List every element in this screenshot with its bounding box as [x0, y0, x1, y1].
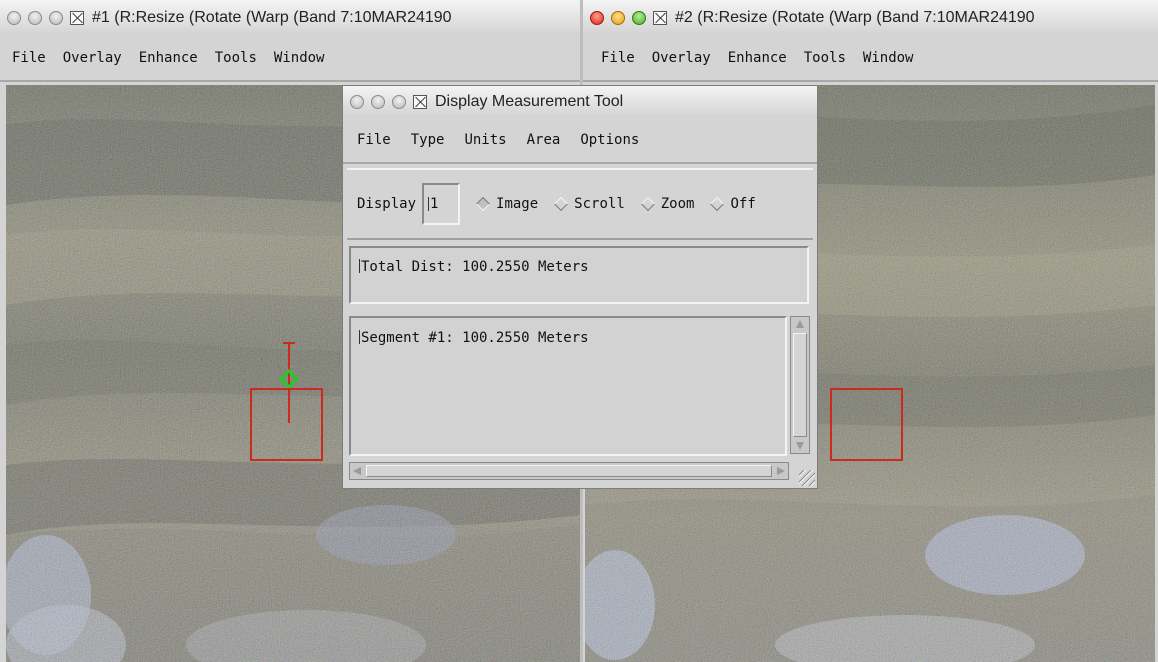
menu-file[interactable]: File — [12, 50, 46, 66]
radio-scroll[interactable]: Scroll — [554, 196, 625, 212]
window-2-title: #2 (R:Resize (Rotate (Warp (Band 7:10MAR… — [675, 9, 1035, 26]
display-number-value: 1 — [430, 196, 439, 212]
menu-type[interactable]: Type — [411, 132, 445, 148]
dmt-title: Display Measurement Tool — [435, 93, 624, 110]
radio-image[interactable]: Image — [475, 196, 539, 212]
radio-scroll-label: Scroll — [574, 196, 625, 212]
x11-window-icon — [653, 11, 667, 25]
close-button[interactable] — [590, 11, 604, 25]
text-caret — [428, 197, 430, 211]
menu-enhance[interactable]: Enhance — [728, 50, 787, 66]
close-button[interactable] — [7, 11, 21, 25]
menu-options[interactable]: Options — [580, 132, 639, 148]
horizontal-scrollbar[interactable] — [349, 462, 789, 480]
segment-text: Segment #1: 100.2550 Meters — [361, 330, 589, 346]
text-caret — [359, 259, 360, 273]
radio-diamond-icon — [475, 196, 491, 212]
radio-image-label: Image — [496, 196, 539, 212]
scroll-left-icon[interactable] — [353, 467, 361, 475]
menu-tools[interactable]: Tools — [215, 50, 257, 66]
window-1-title: #1 (R:Resize (Rotate (Warp (Band 7:10MAR… — [92, 9, 452, 26]
scroll-right-icon[interactable] — [777, 467, 785, 475]
total-distance-text: Total Dist: 100.2550 Meters — [361, 259, 589, 275]
vertical-scrollbar[interactable] — [790, 316, 810, 454]
radio-zoom-label: Zoom — [660, 196, 695, 212]
window-2-menubar: File Overlay Enhance Tools Window — [583, 36, 1158, 82]
window-1-menubar: File Overlay Enhance Tools Window — [0, 36, 580, 82]
window-2-titlebar[interactable]: #2 (R:Resize (Rotate (Warp (Band 7:10MAR… — [583, 0, 1158, 37]
dmt-menubar: File Type Units Area Options — [343, 118, 817, 164]
roi-box[interactable] — [830, 388, 903, 461]
roi-box[interactable] — [250, 388, 323, 461]
menu-area[interactable]: Area — [527, 132, 561, 148]
radio-off[interactable]: Off — [710, 196, 756, 212]
scroll-up-icon[interactable] — [796, 320, 804, 328]
text-caret — [359, 330, 360, 344]
radio-zoom[interactable]: Zoom — [640, 196, 695, 212]
x11-window-icon — [413, 95, 427, 109]
scroll-thumb[interactable] — [793, 333, 807, 437]
menu-window[interactable]: Window — [863, 50, 914, 66]
minimize-button[interactable] — [28, 11, 42, 25]
menu-overlay[interactable]: Overlay — [652, 50, 711, 66]
close-button[interactable] — [350, 95, 364, 109]
menu-file[interactable]: File — [357, 132, 391, 148]
menu-tools[interactable]: Tools — [804, 50, 846, 66]
display-number-field[interactable]: 1 — [422, 183, 461, 225]
radio-diamond-icon — [640, 196, 655, 212]
zoom-button[interactable] — [632, 11, 646, 25]
menu-enhance[interactable]: Enhance — [139, 50, 198, 66]
x11-window-icon — [70, 11, 84, 25]
minimize-button[interactable] — [371, 95, 385, 109]
scroll-thumb[interactable] — [366, 465, 772, 477]
menu-units[interactable]: Units — [464, 132, 506, 148]
menu-window[interactable]: Window — [274, 50, 325, 66]
menu-file[interactable]: File — [601, 50, 635, 66]
dmt-titlebar[interactable]: Display Measurement Tool — [343, 86, 817, 119]
minimize-button[interactable] — [611, 11, 625, 25]
window-1-titlebar[interactable]: #1 (R:Resize (Rotate (Warp (Band 7:10MAR… — [0, 0, 580, 37]
zoom-button[interactable] — [49, 11, 63, 25]
display-measurement-tool: Display Measurement Tool File Type Units… — [342, 85, 818, 489]
segments-text-area[interactable]: Segment #1: 100.2550 Meters — [349, 316, 787, 456]
radio-diamond-icon — [554, 196, 569, 212]
display-label: Display — [357, 196, 417, 212]
menu-overlay[interactable]: Overlay — [63, 50, 122, 66]
total-distance-field[interactable]: Total Dist: 100.2550 Meters — [349, 246, 809, 304]
zoom-button[interactable] — [392, 95, 406, 109]
radio-diamond-icon — [710, 196, 725, 212]
scroll-down-icon[interactable] — [796, 442, 804, 450]
resize-grip-icon[interactable] — [799, 470, 815, 486]
display-controls: Display 1 Image Scroll Zoom Off — [347, 168, 813, 240]
radio-off-label: Off — [730, 196, 756, 212]
